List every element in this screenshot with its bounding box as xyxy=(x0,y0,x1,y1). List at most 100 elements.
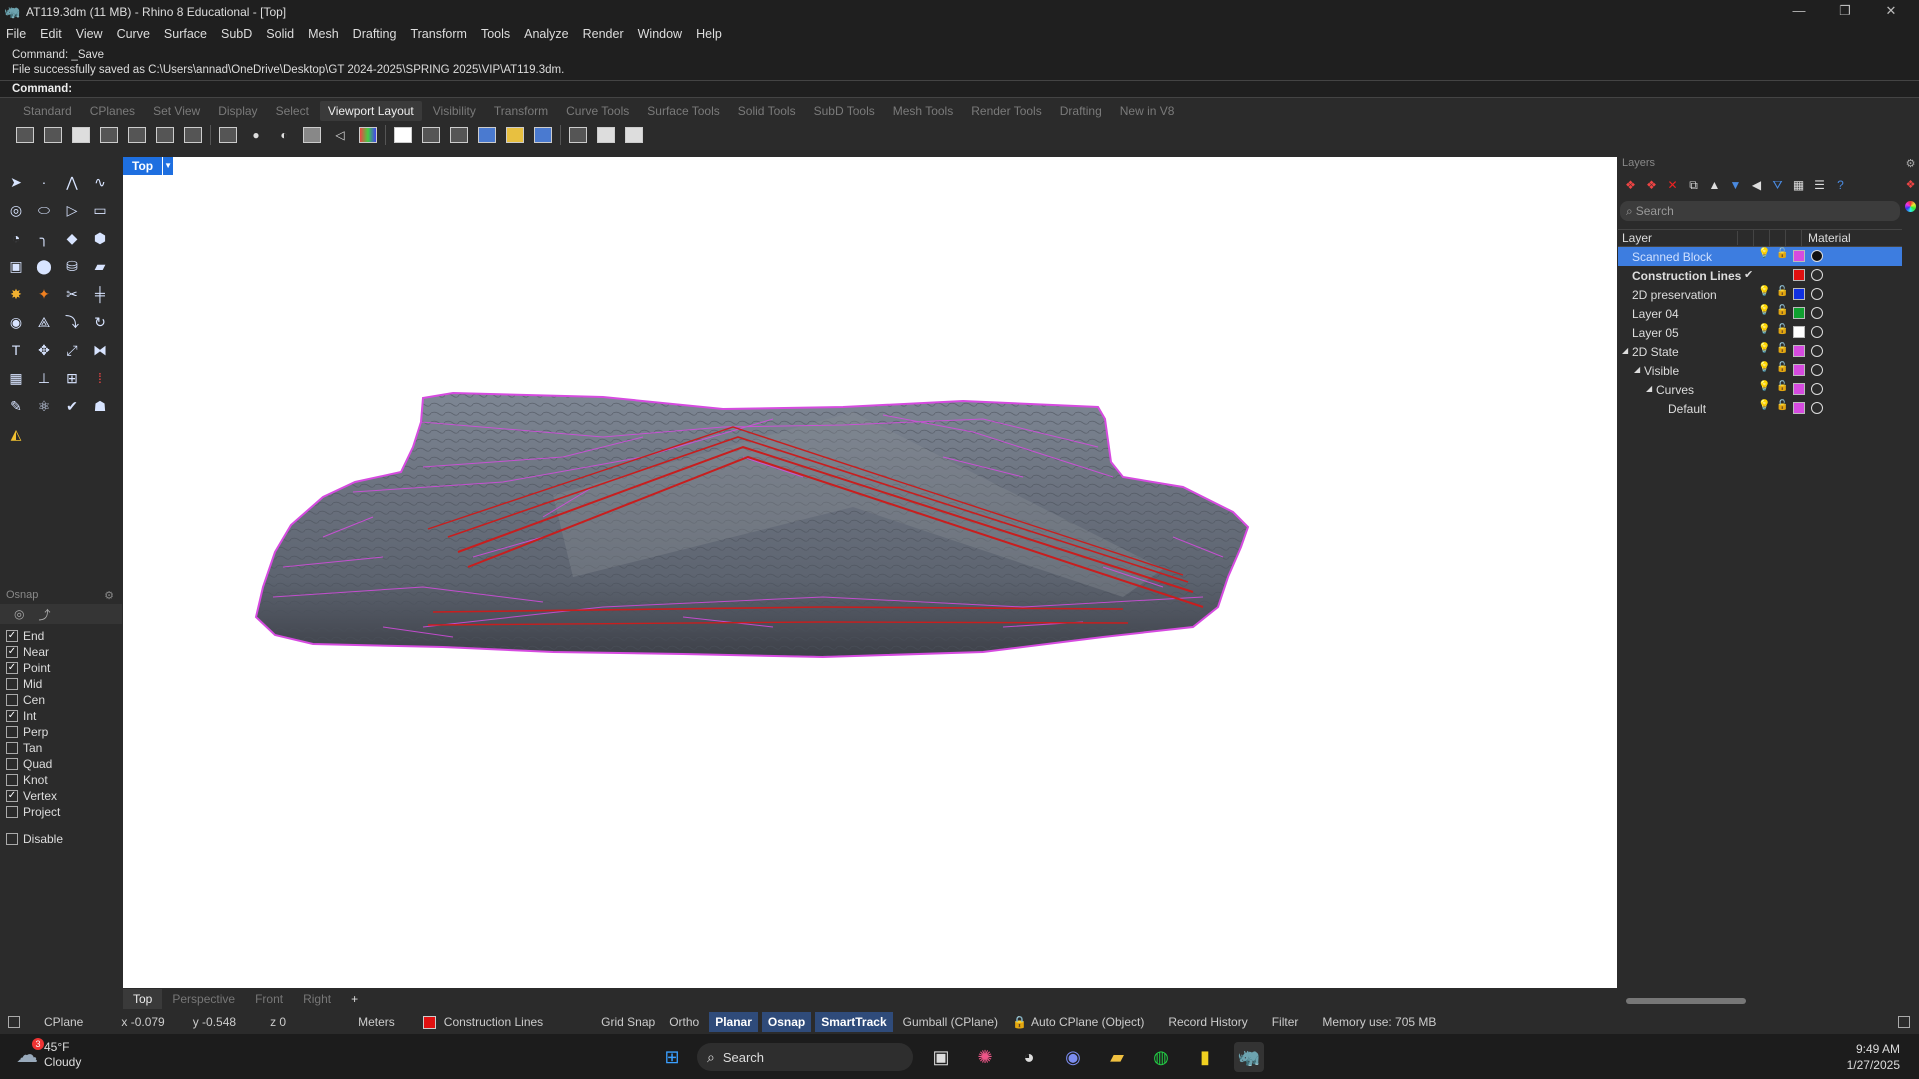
layer-color-swatch[interactable] xyxy=(1793,402,1805,414)
rhino-taskbar-icon[interactable]: 🦏 xyxy=(1234,1042,1264,1072)
horizontal-scrollbar[interactable] xyxy=(1626,998,1746,1004)
taskbar-search[interactable]: ⌕ Search xyxy=(697,1043,913,1071)
maximize-viewport-icon[interactable] xyxy=(70,124,92,146)
background-bitmap-icon[interactable] xyxy=(301,124,323,146)
layer-color-swatch[interactable] xyxy=(1793,345,1805,357)
delete-layer-icon[interactable]: ✕ xyxy=(1664,177,1681,194)
layer-material-icon[interactable] xyxy=(1811,402,1823,414)
osnap-checkbox[interactable] xyxy=(6,742,18,754)
tab-subd-tools[interactable]: SubD Tools xyxy=(814,104,875,118)
layer-material-icon[interactable] xyxy=(1811,250,1823,262)
status-smarttrack[interactable]: SmartTrack xyxy=(815,1012,893,1032)
viewport-tab-right[interactable]: Right xyxy=(293,989,341,1009)
move-down-icon[interactable]: ▼ xyxy=(1727,177,1744,194)
layer-color-swatch[interactable] xyxy=(1793,269,1805,281)
top-viewport[interactable] xyxy=(123,157,1617,988)
new-sublayer-icon[interactable]: ❖ xyxy=(1643,177,1660,194)
model-canvas[interactable] xyxy=(123,157,1617,988)
visibility-bulb-icon[interactable]: 💡 xyxy=(1758,305,1770,316)
osnap-checkbox[interactable] xyxy=(6,694,18,706)
lock-icon[interactable]: 🔓 xyxy=(1776,362,1788,373)
split-viewport-icon[interactable] xyxy=(126,124,148,146)
status-ortho[interactable]: Ortho xyxy=(669,1015,699,1029)
layer-row[interactable]: Scanned Block 💡 🔓 xyxy=(1618,247,1902,266)
layer-name[interactable]: Scanned Block xyxy=(1632,250,1712,264)
copilot-icon[interactable]: ✺ xyxy=(970,1042,1000,1072)
ellipse-icon[interactable]: ⬭ xyxy=(30,196,58,224)
named-views-icon[interactable] xyxy=(476,124,498,146)
osnap-perp[interactable]: Perp xyxy=(0,724,122,740)
detail-icon[interactable] xyxy=(623,124,645,146)
new-floating-viewport-icon[interactable] xyxy=(392,124,414,146)
weather-widget[interactable]: ☁ 3 45°F Cloudy xyxy=(16,1038,81,1070)
layer-row[interactable]: ◢ 2D State 💡 🔓 xyxy=(1618,342,1902,361)
layout-icon[interactable] xyxy=(595,124,617,146)
filter-icon[interactable]: ⛛ xyxy=(1769,177,1786,194)
grid-view-icon[interactable]: ▦ xyxy=(1790,177,1807,194)
layer-material-icon[interactable] xyxy=(1811,288,1823,300)
text-icon[interactable]: T xyxy=(2,336,30,364)
trim-icon[interactable]: ✂ xyxy=(58,280,86,308)
help-icon[interactable]: ? xyxy=(1832,177,1849,194)
layer-row[interactable]: Layer 04 💡 🔓 xyxy=(1618,304,1902,323)
polygon-icon[interactable]: ▷ xyxy=(58,196,86,224)
camera-target-icon[interactable]: ◐ xyxy=(273,124,295,146)
osnap-checkbox[interactable] xyxy=(6,806,18,818)
layer-color-swatch[interactable] xyxy=(1793,326,1805,338)
discord-icon[interactable]: ◉ xyxy=(1058,1042,1088,1072)
viewport-title[interactable]: Top xyxy=(123,157,163,175)
osnap-mode-icon[interactable]: ◎ xyxy=(14,607,24,621)
status-osnap[interactable]: Osnap xyxy=(761,1012,812,1032)
osnap-end[interactable]: ✓ End xyxy=(0,628,122,644)
chrome-icon[interactable]: ◕ xyxy=(1014,1042,1044,1072)
close-button[interactable]: ✕ xyxy=(1868,0,1914,24)
layer-name[interactable]: 2D State xyxy=(1632,345,1679,359)
list-view-icon[interactable]: ☰ xyxy=(1811,177,1828,194)
mirror-icon[interactable]: ⧓ xyxy=(86,336,114,364)
osnap-disable[interactable]: Disable xyxy=(0,831,122,847)
tab-standard[interactable]: Standard xyxy=(23,104,72,118)
lock-icon[interactable]: 🔓 xyxy=(1776,400,1788,411)
osnap-checkbox[interactable]: ✓ xyxy=(6,630,18,642)
viewport-tab-perspective[interactable]: Perspective xyxy=(162,989,245,1009)
menu-drafting[interactable]: Drafting xyxy=(353,27,397,41)
surface-icon[interactable]: ◆ xyxy=(58,224,86,252)
duplicate-layer-icon[interactable]: ⧉ xyxy=(1685,177,1702,194)
visibility-bulb-icon[interactable]: 💡 xyxy=(1758,324,1770,335)
current-layer-swatch[interactable] xyxy=(422,1015,436,1029)
layer-row[interactable]: ◢ Visible 💡 🔓 xyxy=(1618,361,1902,380)
layer-material-icon[interactable] xyxy=(1811,307,1823,319)
analyze-icon[interactable]: ✎ xyxy=(2,392,30,420)
menu-transform[interactable]: Transform xyxy=(410,27,467,41)
tab-visibility[interactable]: Visibility xyxy=(433,104,476,118)
render-icon[interactable]: ☗ xyxy=(86,392,114,420)
new-layer-icon[interactable]: ❖ xyxy=(1622,177,1639,194)
dimension-icon[interactable]: ⊥ xyxy=(30,364,58,392)
osnap-quad[interactable]: Quad xyxy=(0,756,122,772)
point-icon[interactable]: ● xyxy=(245,124,267,146)
lock-icon[interactable]: 🔓 xyxy=(1776,381,1788,392)
panel-toggle-icon[interactable] xyxy=(1898,1016,1910,1028)
tab-mesh-tools[interactable]: Mesh Tools xyxy=(893,104,953,118)
join-icon[interactable]: ⟁ xyxy=(30,308,58,336)
scale-icon[interactable]: ⤢ xyxy=(58,336,86,364)
swap-viewports-icon[interactable] xyxy=(448,124,470,146)
lock-icon[interactable]: 🔓 xyxy=(1776,248,1788,259)
gear-icon[interactable]: ⚙ xyxy=(1902,157,1919,170)
status-units[interactable]: Meters xyxy=(358,1015,395,1029)
tab-display[interactable]: Display xyxy=(218,104,257,118)
save-view-icon[interactable] xyxy=(532,124,554,146)
move-to-parent-icon[interactable]: ◀ xyxy=(1748,177,1765,194)
lock-icon[interactable]: 🔓 xyxy=(1776,305,1788,316)
layer-name[interactable]: Curves xyxy=(1656,383,1694,397)
menu-solid[interactable]: Solid xyxy=(266,27,294,41)
viewport-tab-top[interactable]: Top xyxy=(123,989,163,1009)
layer-material-icon[interactable] xyxy=(1811,383,1823,395)
osnap-checkbox[interactable] xyxy=(6,758,18,770)
status-planar[interactable]: Planar xyxy=(709,1012,758,1032)
tab-curve-tools[interactable]: Curve Tools xyxy=(566,104,629,118)
osnap-tan[interactable]: Tan xyxy=(0,740,122,756)
check-icon[interactable]: ✔ xyxy=(58,392,86,420)
osnap-checkbox[interactable]: ✓ xyxy=(6,662,18,674)
viewport-properties-icon[interactable] xyxy=(98,124,120,146)
